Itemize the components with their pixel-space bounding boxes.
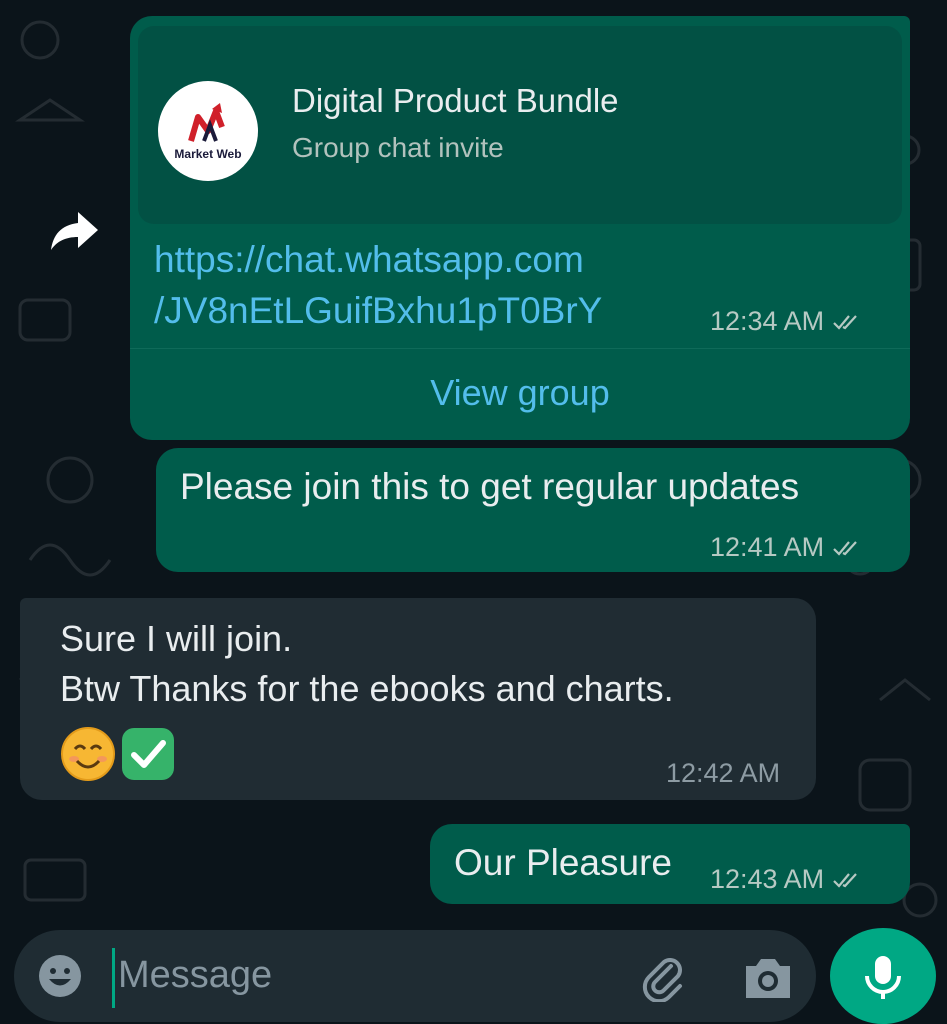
message-text-line: Sure I will join. [60,618,293,659]
divider [130,348,910,349]
message-time: 12:43 AM [710,864,825,894]
forward-button[interactable] [48,208,100,254]
message-time: 12:41 AM [710,532,825,562]
voice-message-button[interactable] [830,928,936,1024]
microphone-icon [865,956,901,999]
message-time: 12:42 AM [666,758,781,788]
smiling-face-emoji-icon [61,727,115,781]
logo-text: Market Web [174,147,242,161]
message-meta: 12:34 AM [710,306,862,337]
message-emoji: 😊✅ [60,726,176,782]
attach-button[interactable] [638,952,688,1004]
invite-link-line2[interactable]: /JV8nEtLGuifBxhu1pT0BrY [154,285,602,336]
message-composer [14,930,816,1022]
view-group-button[interactable]: View group [130,372,910,414]
incoming-message[interactable]: Sure I will join. Btw Thanks for the ebo… [20,598,816,800]
check-mark-button-emoji-icon [122,728,174,780]
message-text-line: Btw Thanks for the ebooks and charts. [60,668,674,709]
camera-icon [746,959,790,998]
double-check-icon [832,538,862,558]
group-invite-card[interactable]: Market Web Digital Product Bundle Group … [138,26,902,224]
message-text: Please join this to get regular updates [180,466,800,507]
group-avatar: Market Web [158,81,258,181]
message-meta: 12:42 AM [666,758,780,789]
text-caret [112,948,115,1008]
double-check-icon [832,870,862,890]
market-web-logo-icon [188,103,225,142]
group-name: Digital Product Bundle [292,82,619,119]
emoji-icon [39,955,81,997]
forward-icon [51,212,98,250]
paperclip-icon [642,958,682,1004]
outgoing-message[interactable]: Please join this to get regular updates … [156,448,910,572]
message-time: 12:34 AM [710,306,825,336]
invite-link[interactable]: https://chat.whatsapp.com /JV8nEtLGuifBx… [154,234,602,336]
outgoing-message[interactable]: Our Pleasure 12:43 AM [430,824,910,904]
emoji-button[interactable] [38,954,82,998]
group-invite-message[interactable]: Market Web Digital Product Bundle Group … [130,16,910,440]
double-check-icon [832,312,862,332]
message-meta: 12:41 AM [710,532,862,563]
camera-button[interactable] [742,952,794,1002]
message-text: Our Pleasure [454,842,672,883]
invite-link-line1[interactable]: https://chat.whatsapp.com [154,234,602,285]
group-invite-subtitle: Group chat invite [292,132,504,163]
message-input[interactable] [118,944,598,1006]
message-meta: 12:43 AM [710,864,862,895]
